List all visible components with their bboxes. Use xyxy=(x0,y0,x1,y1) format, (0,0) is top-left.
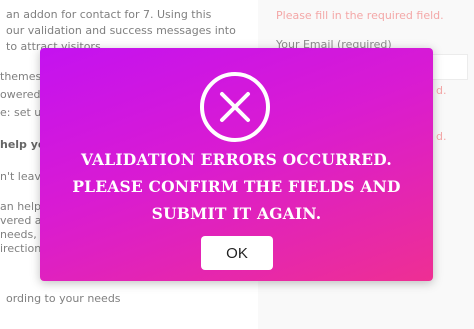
close-icon xyxy=(220,92,250,122)
error-message: VALIDATION ERRORS OCCURRED. PLEASE CONFI… xyxy=(72,150,401,223)
ok-button[interactable]: OK xyxy=(201,236,273,270)
close-circle-icon xyxy=(200,72,270,142)
validation-error-modal: VALIDATION ERRORS OCCURRED. PLEASE CONFI… xyxy=(40,48,433,281)
